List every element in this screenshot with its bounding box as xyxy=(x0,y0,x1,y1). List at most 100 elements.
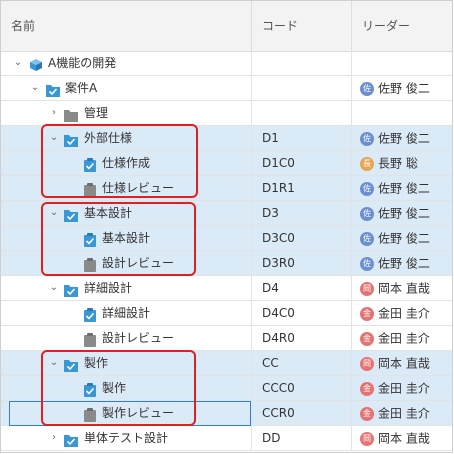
chevron-down-icon[interactable]: ⌄ xyxy=(47,276,61,300)
task-icon xyxy=(83,331,97,347)
cube-icon xyxy=(29,56,43,71)
leader-cell: 金金田 圭介 xyxy=(351,401,452,425)
row-label: 案件A xyxy=(65,81,98,95)
leader-cell: 佐佐野 俊二 xyxy=(351,226,452,250)
table-row[interactable]: › 単体テスト設計 DD 岡岡本 直哉 xyxy=(1,426,452,451)
leader-cell: 長長野 聡 xyxy=(351,151,452,175)
table-row[interactable]: ⌄ 詳細設計 D4 岡岡本 直哉 xyxy=(1,276,452,301)
leader-cell xyxy=(351,51,452,75)
table-row[interactable]: 詳細設計 D4C0 金金田 圭介 xyxy=(1,301,452,326)
grid-header: 名前 コード リーダー xyxy=(1,1,452,52)
tree-grid: 名前 コード リーダー ⌄ A機能の開発 ⌄ 案件A 佐 佐野 俊二 › 管理 … xyxy=(0,0,453,453)
avatar: 佐 xyxy=(360,206,374,221)
leader-name: 佐野 俊二 xyxy=(378,81,430,96)
chevron-right-icon[interactable]: › xyxy=(47,101,61,125)
table-row[interactable]: ⌄ A機能の開発 xyxy=(1,51,452,76)
chevron-down-icon[interactable]: ⌄ xyxy=(11,51,25,75)
avatar: 佐 xyxy=(360,131,374,146)
name-cell: 設計レビュー xyxy=(1,326,251,350)
code-cell: CC xyxy=(251,351,351,375)
avatar: 金 xyxy=(360,381,374,396)
column-header-code[interactable]: コード xyxy=(251,1,351,51)
leader-cell: 岡岡本 直哉 xyxy=(351,276,452,300)
code-cell: D3R0 xyxy=(251,251,351,275)
name-cell: 詳細設計 xyxy=(1,301,251,325)
code-cell xyxy=(251,51,351,75)
chevron-down-icon[interactable]: ⌄ xyxy=(28,76,42,100)
leader-name: 佐野 俊二 xyxy=(378,231,430,246)
code-cell: DD xyxy=(251,426,351,450)
leader-cell: 岡岡本 直哉 xyxy=(351,351,452,375)
code-cell: D4R0 xyxy=(251,326,351,350)
task-checked-icon xyxy=(83,306,97,322)
code-cell: CCR0 xyxy=(251,401,351,425)
avatar: 岡 xyxy=(360,356,374,371)
row-label: A機能の開発 xyxy=(48,56,117,70)
row-label: 管理 xyxy=(84,106,109,120)
leader-cell: 佐佐野 俊二 xyxy=(351,76,452,100)
avatar: 佐 xyxy=(360,81,374,96)
leader-name: 金田 圭介 xyxy=(378,306,430,321)
leader-name: 金田 圭介 xyxy=(378,406,430,421)
avatar: 岡 xyxy=(360,281,374,296)
leader-name: 金田 圭介 xyxy=(378,331,430,346)
row-label: 詳細設計 xyxy=(102,306,151,320)
leader-name: 長野 聡 xyxy=(378,156,418,171)
name-cell: ⌄ A機能の開発 xyxy=(1,51,251,75)
code-cell xyxy=(251,76,351,100)
table-row[interactable]: 設計レビュー D4R0 金金田 圭介 xyxy=(1,326,452,351)
code-cell: D3 xyxy=(251,201,351,225)
name-cell: ⌄ 案件A xyxy=(1,76,251,100)
checked-folder-icon xyxy=(64,431,78,447)
code-cell: D1R1 xyxy=(251,176,351,200)
checked-folder-icon xyxy=(64,281,78,297)
avatar: 岡 xyxy=(360,431,374,446)
leader-name: 佐野 俊二 xyxy=(378,131,430,146)
leader-name: 岡本 直哉 xyxy=(378,431,430,446)
name-cell: › 単体テスト設計 xyxy=(1,426,251,450)
row-label: 詳細設計 xyxy=(84,281,133,295)
leader-cell xyxy=(351,101,452,125)
avatar: 金 xyxy=(360,406,374,421)
leader-name: 岡本 直哉 xyxy=(378,281,430,296)
name-cell: › 管理 xyxy=(1,101,251,125)
leader-name: 金田 圭介 xyxy=(378,381,430,396)
highlight-box-production xyxy=(41,350,196,426)
avatar: 佐 xyxy=(360,231,374,246)
leader-name: 岡本 直哉 xyxy=(378,356,430,371)
leader-cell: 金金田 圭介 xyxy=(351,301,452,325)
chevron-right-icon[interactable]: › xyxy=(47,426,61,450)
column-header-leader[interactable]: リーダー xyxy=(351,1,452,51)
leader-cell: 佐佐野 俊二 xyxy=(351,201,452,225)
row-label: 単体テスト設計 xyxy=(84,431,169,445)
leader-name: 佐野 俊二 xyxy=(378,181,430,196)
leader-cell: 佐佐野 俊二 xyxy=(351,126,452,150)
column-header-name[interactable]: 名前 xyxy=(1,1,251,51)
leader-cell: 佐佐野 俊二 xyxy=(351,176,452,200)
table-row[interactable]: › 管理 xyxy=(1,101,452,126)
code-cell xyxy=(251,101,351,125)
table-row[interactable]: ⌄ 案件A 佐佐野 俊二 xyxy=(1,76,452,101)
code-cell: D3C0 xyxy=(251,226,351,250)
leader-name: 佐野 俊二 xyxy=(378,206,430,221)
checked-folder-icon xyxy=(46,81,60,97)
row-label: 設計レビュー xyxy=(102,331,175,345)
leader-cell: 岡岡本 直哉 xyxy=(351,426,452,450)
highlight-box-external-spec xyxy=(41,124,198,198)
leader-cell: 佐佐野 俊二 xyxy=(351,251,452,275)
folder-icon xyxy=(64,106,78,122)
code-cell: D4C0 xyxy=(251,301,351,325)
code-cell: D1 xyxy=(251,126,351,150)
code-cell: D1C0 xyxy=(251,151,351,175)
leader-cell: 金金田 圭介 xyxy=(351,326,452,350)
avatar: 長 xyxy=(360,156,374,171)
highlight-box-basic-design xyxy=(41,202,196,276)
leader-name: 佐野 俊二 xyxy=(378,256,430,271)
code-cell: D4 xyxy=(251,276,351,300)
avatar: 佐 xyxy=(360,181,374,196)
avatar: 佐 xyxy=(360,256,374,271)
avatar: 金 xyxy=(360,306,374,321)
leader-cell: 金金田 圭介 xyxy=(351,376,452,400)
avatar: 金 xyxy=(360,331,374,346)
code-cell: CCC0 xyxy=(251,376,351,400)
